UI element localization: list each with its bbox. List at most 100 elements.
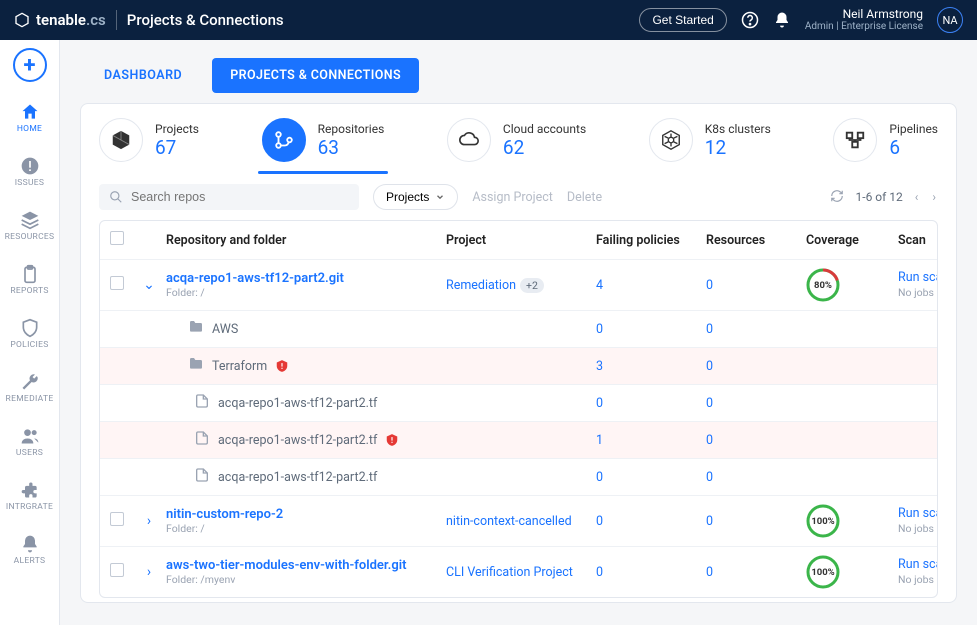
repo-name-link[interactable]: acqa-repo1-aws-tf12-part2.git [166, 271, 438, 286]
expand-toggle[interactable]: › [142, 513, 156, 529]
failing-count[interactable]: 0 [596, 396, 603, 411]
repo-name-link[interactable]: nitin-custom-repo-2 [166, 507, 438, 522]
project-link[interactable]: nitin-context-cancelled [446, 514, 572, 529]
resources-count[interactable]: 0 [706, 359, 713, 374]
stat-label: K8s clusters [705, 122, 771, 136]
sidebar-item-issues[interactable]: ISSUES [5, 148, 55, 196]
search-input[interactable] [131, 190, 349, 204]
stat-pipelines[interactable]: Pipelines6 [833, 118, 938, 172]
grid-header: Repository and folder Project Failing po… [100, 221, 937, 259]
stats-row: Projects67 Repositories63 Cloud accounts62… [99, 118, 938, 172]
search-input-wrap[interactable] [99, 184, 359, 210]
stat-repositories[interactable]: Repositories63 [262, 118, 385, 172]
user-name: Neil Armstrong [805, 8, 923, 21]
stat-icon [262, 118, 306, 162]
help-icon[interactable] [741, 11, 759, 29]
prev-page-button[interactable]: ‹ [913, 188, 921, 206]
row-checkbox[interactable] [110, 276, 124, 290]
sidebar-item-reports[interactable]: REPORTS [5, 256, 55, 304]
assign-project-button[interactable]: Assign Project [472, 190, 553, 205]
child-name[interactable]: acqa-repo1-aws-tf12-part2.tf [218, 433, 377, 448]
coverage-gauge: 80% [806, 268, 840, 302]
col-coverage[interactable]: Coverage [802, 233, 894, 248]
coverage-gauge: 100% [806, 555, 840, 589]
tab-dashboard[interactable]: DASHBOARD [104, 68, 182, 83]
project-extra-badge[interactable]: +2 [520, 278, 544, 293]
sidebar-item-users[interactable]: USERS [5, 418, 55, 466]
puzzle-icon [20, 480, 40, 500]
avatar[interactable]: NA [937, 7, 963, 33]
stat-cloud-accounts[interactable]: Cloud accounts62 [447, 118, 586, 172]
repo-name-link[interactable]: aws-two-tier-modules-env-with-folder.git [166, 558, 438, 573]
resources-count[interactable]: 0 [706, 278, 713, 293]
resources-count[interactable]: 0 [706, 433, 713, 448]
stat-icon [649, 118, 693, 162]
expand-toggle[interactable]: › [142, 564, 156, 580]
col-project[interactable]: Project [442, 233, 592, 248]
resources-count[interactable]: 0 [706, 322, 713, 337]
user-block[interactable]: Neil Armstrong Admin | Enterprise Licens… [805, 8, 923, 32]
failing-count[interactable]: 0 [596, 322, 603, 337]
sidebar-item-home[interactable]: HOME [5, 94, 55, 142]
get-started-button[interactable]: Get Started [639, 8, 726, 32]
resources-count[interactable]: 0 [706, 565, 713, 580]
failing-count[interactable]: 0 [596, 565, 603, 580]
stat-value: 6 [889, 136, 938, 159]
search-icon [109, 190, 123, 204]
file-icon [194, 467, 210, 483]
chevron-down-icon [435, 192, 445, 202]
stat-projects[interactable]: Projects67 [99, 118, 199, 172]
repo-folder: Folder: /myenv [166, 573, 438, 586]
select-all-checkbox[interactable] [110, 231, 124, 245]
table-subrow: acqa-repo1-aws-tf12-part2.tf 0 0 [100, 384, 937, 421]
sidebar-item-alerts[interactable]: ALERTS [5, 526, 55, 574]
run-scan-link[interactable]: Run scan [898, 506, 938, 521]
sidebar-item-policies[interactable]: POLICIES [5, 310, 55, 358]
resources-count[interactable]: 0 [706, 514, 713, 529]
stat-label: Projects [155, 122, 199, 136]
child-name[interactable]: acqa-repo1-aws-tf12-part2.tf [218, 470, 377, 485]
child-name[interactable]: Terraform [212, 359, 267, 374]
row-checkbox[interactable] [110, 512, 124, 526]
next-page-button[interactable]: › [930, 188, 938, 206]
child-name[interactable]: acqa-repo1-aws-tf12-part2.tf [218, 396, 377, 411]
brand-suffix: .cs [86, 11, 106, 29]
stat-value: 12 [705, 136, 771, 159]
refresh-icon[interactable] [828, 187, 846, 208]
delete-button[interactable]: Delete [567, 190, 602, 205]
bell-icon[interactable] [773, 11, 791, 29]
add-button[interactable]: + [13, 48, 47, 82]
run-scan-link[interactable]: Run scan [898, 270, 938, 285]
col-repository[interactable]: Repository and folder [162, 233, 442, 248]
project-link[interactable]: CLI Verification Project [446, 565, 573, 580]
tab-projects-connections[interactable]: PROJECTS & CONNECTIONS [212, 58, 419, 93]
failing-count[interactable]: 1 [596, 433, 603, 448]
expand-toggle[interactable]: ⌄ [142, 277, 156, 293]
row-checkbox[interactable] [110, 563, 124, 577]
child-name[interactable]: AWS [212, 322, 238, 337]
tabs: DASHBOARD PROJECTS & CONNECTIONS [80, 54, 957, 103]
sidebar-item-intrgrate[interactable]: INTRGRATE [5, 472, 55, 520]
sidebar-item-remediate[interactable]: REMEDIATE [5, 364, 55, 412]
failing-count[interactable]: 4 [596, 278, 603, 293]
scan-status: No jobs running [898, 573, 938, 586]
resources-count[interactable]: 0 [706, 470, 713, 485]
sidebar-item-resources[interactable]: RESOURCES [5, 202, 55, 250]
stat-k8s-clusters[interactable]: K8s clusters12 [649, 118, 771, 172]
clipboard-icon [20, 264, 40, 284]
home-icon [20, 102, 40, 122]
col-scan[interactable]: Scan [894, 233, 938, 248]
brand-logo[interactable]: tenable.cs [14, 11, 106, 29]
resources-count[interactable]: 0 [706, 396, 713, 411]
failing-count[interactable]: 0 [596, 470, 603, 485]
col-resources[interactable]: Resources [702, 233, 802, 248]
col-failing[interactable]: Failing policies [592, 233, 702, 248]
file-icon [194, 430, 210, 446]
failing-count[interactable]: 0 [596, 514, 603, 529]
projects-filter-button[interactable]: Projects [373, 184, 458, 210]
folder-icon [188, 319, 204, 335]
project-link[interactable]: Remediation [446, 278, 516, 293]
failing-count[interactable]: 3 [596, 359, 603, 374]
projects-filter-label: Projects [386, 190, 429, 204]
run-scan-link[interactable]: Run scan [898, 557, 938, 572]
